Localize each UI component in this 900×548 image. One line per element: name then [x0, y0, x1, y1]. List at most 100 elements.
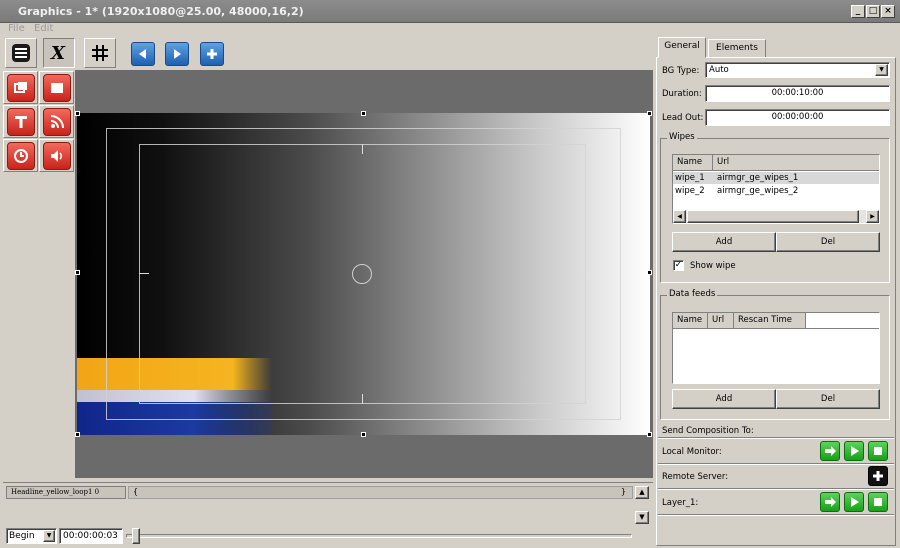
track-start-marker: {	[133, 487, 139, 496]
tool-speaker-bg	[42, 141, 71, 170]
guide-tick-right	[576, 273, 586, 274]
track-end-marker: }	[620, 487, 626, 496]
guide-tick-bottom	[362, 394, 363, 404]
resize-handle-ne[interactable]	[647, 111, 652, 116]
title-bar: Graphics - 1* (1920x1080@25.00, 48000,16…	[0, 0, 900, 23]
send-composition-label: Send Composition To:	[662, 426, 754, 436]
bg-type-label: BG Type:	[662, 66, 700, 76]
track-label[interactable]: Headline_yellow_loop1 0	[6, 486, 126, 499]
resize-handle-w[interactable]	[75, 270, 80, 275]
wipes-table[interactable]: Name Url wipe_1 airmgr_ge_wipes_1 wipe_2…	[672, 154, 880, 224]
resize-handle-n[interactable]	[361, 111, 366, 116]
mode-select[interactable]: Begin ▼	[6, 528, 57, 544]
chevron-down-icon[interactable]: ▼	[875, 64, 888, 76]
stage-preview[interactable]	[77, 113, 650, 435]
menu-bar: File Edit	[0, 23, 660, 37]
clock-icon	[13, 148, 28, 163]
script-button[interactable]: X	[43, 38, 75, 68]
wipes-col-url[interactable]: Url	[713, 155, 879, 170]
tool-speaker[interactable]	[39, 139, 74, 172]
separator	[658, 514, 894, 516]
layer-label: Layer_1:	[662, 498, 699, 508]
tool-rss[interactable]	[39, 105, 74, 138]
play-button[interactable]	[165, 42, 189, 66]
tool-window[interactable]	[3, 71, 38, 104]
local-stop-button[interactable]	[868, 441, 888, 461]
wipe-url: airmgr_ge_wipes_2	[717, 186, 799, 196]
guide-tick-top	[362, 144, 363, 154]
table-row[interactable]: wipe_1 airmgr_ge_wipes_1	[673, 172, 879, 184]
wipes-col-name[interactable]: Name	[673, 155, 713, 170]
wipes-hscrollbar[interactable]: ◀ ▶	[673, 210, 879, 223]
close-button[interactable]: ×	[881, 5, 895, 18]
tool-rectangle[interactable]	[39, 71, 74, 104]
tool-rectangle-bg	[42, 73, 71, 102]
time-field[interactable]: 00:00:00:03	[59, 528, 123, 544]
feeds-col-name[interactable]: Name	[673, 313, 708, 328]
previous-button[interactable]	[131, 42, 155, 66]
speaker-icon	[50, 149, 62, 162]
tool-text[interactable]	[3, 105, 38, 138]
time-slider-track[interactable]	[126, 534, 632, 538]
resize-handle-e[interactable]	[647, 270, 652, 275]
wipes-del-button[interactable]: Del	[776, 232, 880, 252]
layer-stop-button[interactable]	[868, 492, 888, 512]
guide-tick-left	[139, 273, 149, 274]
scroll-up-button[interactable]: ▲	[635, 486, 649, 499]
separator	[658, 437, 894, 439]
menu-edit[interactable]: Edit	[34, 23, 53, 34]
layer-play-button[interactable]	[844, 492, 864, 512]
scroll-left-button[interactable]: ◀	[673, 210, 686, 223]
local-play-button[interactable]	[844, 441, 864, 461]
minimize-button[interactable]: _	[851, 5, 865, 18]
wipe-name: wipe_2	[675, 186, 705, 196]
layer-send-button[interactable]	[820, 492, 840, 512]
resize-handle-sw[interactable]	[75, 432, 80, 437]
feeds-col-url[interactable]: Url	[708, 313, 734, 328]
layers-button[interactable]	[5, 38, 37, 68]
play-icon	[174, 49, 181, 59]
window-icon	[13, 81, 27, 93]
local-send-button[interactable]	[820, 441, 840, 461]
data-feeds-table[interactable]: Name Url Rescan Time	[672, 312, 880, 384]
scroll-right-button[interactable]: ▶	[866, 210, 879, 223]
text-icon	[14, 115, 27, 128]
wipe-url: airmgr_ge_wipes_1	[717, 173, 799, 183]
lead-out-label: Lead Out:	[662, 113, 704, 123]
wipes-add-button[interactable]: Add	[672, 232, 776, 252]
rectangle-icon	[50, 82, 63, 93]
resize-handle-nw[interactable]	[75, 111, 80, 116]
show-wipe-label: Show wipe	[690, 261, 736, 271]
track-lane[interactable]: { }	[128, 486, 633, 499]
feeds-col-rescan[interactable]: Rescan Time	[734, 313, 806, 328]
separator	[658, 488, 894, 490]
add-remote-server-button[interactable]	[868, 466, 888, 486]
menu-file[interactable]: File	[8, 23, 25, 34]
scroll-down-button[interactable]: ▼	[635, 511, 649, 524]
tab-general[interactable]: General	[658, 37, 706, 58]
feeds-add-button[interactable]: Add	[672, 389, 776, 409]
add-icon	[873, 471, 883, 481]
lead-out-field[interactable]: 00:00:00:00	[705, 109, 890, 126]
maximize-button[interactable]: □	[866, 5, 880, 18]
chevron-down-icon[interactable]: ▼	[43, 530, 55, 542]
data-feeds-title: Data feeds	[667, 289, 718, 299]
add-button[interactable]	[200, 42, 224, 66]
tool-text-bg	[6, 107, 35, 136]
tool-clock[interactable]	[3, 139, 38, 172]
time-slider-thumb[interactable]	[132, 528, 140, 544]
table-row[interactable]: wipe_2 airmgr_ge_wipes_2	[673, 185, 879, 197]
data-feeds-header: Name Url Rescan Time	[673, 313, 879, 329]
resize-handle-se[interactable]	[647, 432, 652, 437]
show-wipe-checkbox[interactable]: ✓	[673, 260, 684, 271]
duration-field[interactable]: 00:00:10:00	[705, 85, 890, 102]
scroll-thumb[interactable]	[687, 210, 859, 223]
grid-button[interactable]	[84, 38, 116, 68]
bg-type-select[interactable]: Auto ▼	[705, 62, 890, 78]
stop-icon	[874, 447, 882, 455]
rss-icon	[50, 114, 64, 128]
wipes-header: Name Url	[673, 155, 879, 171]
tab-elements[interactable]: Elements	[708, 39, 766, 58]
feeds-del-button[interactable]: Del	[776, 389, 880, 409]
resize-handle-s[interactable]	[361, 432, 366, 437]
